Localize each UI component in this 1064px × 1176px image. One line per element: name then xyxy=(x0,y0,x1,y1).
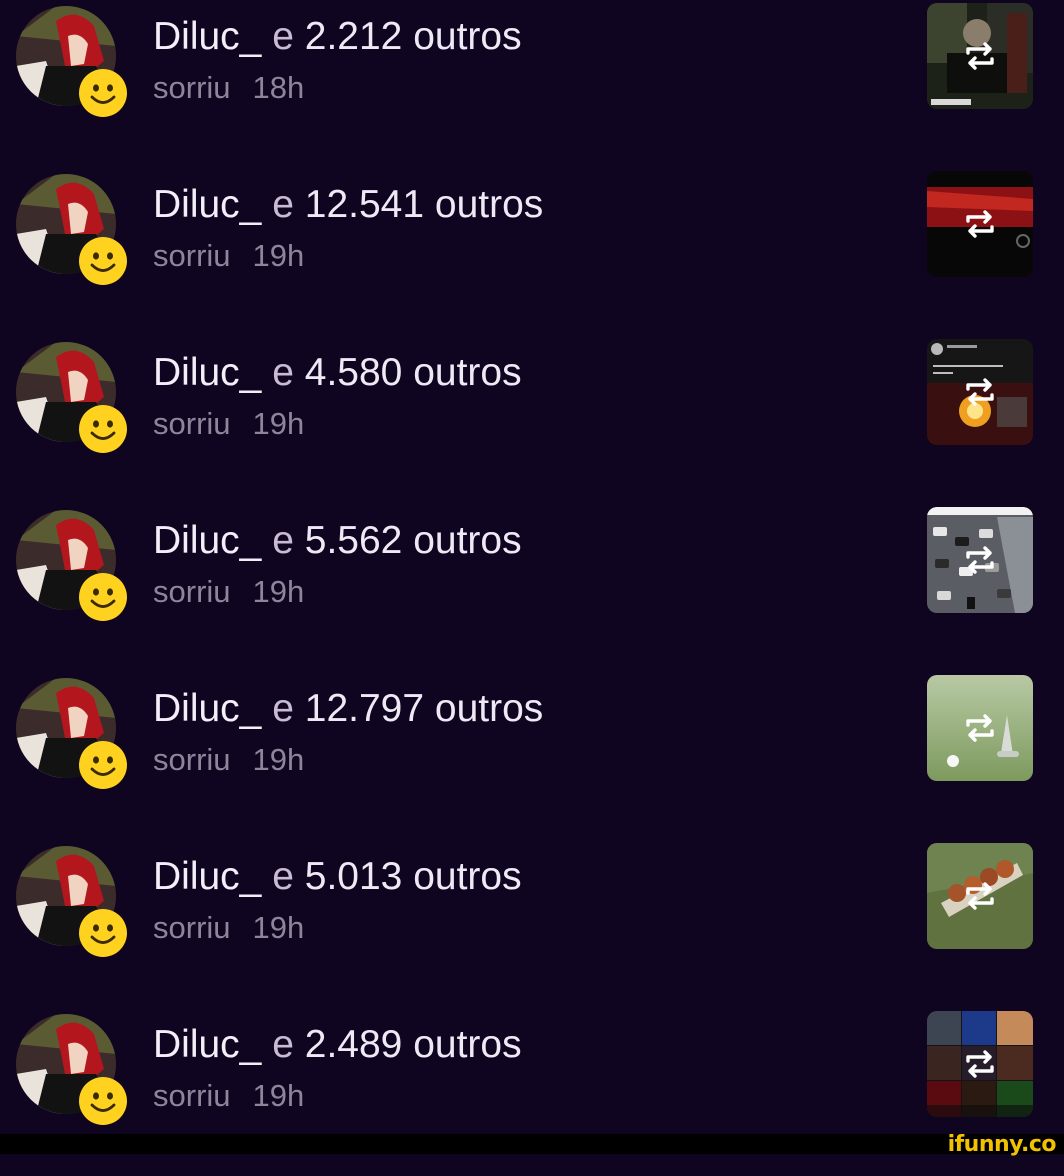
repost-icon xyxy=(966,882,994,910)
smile-emoji-icon xyxy=(79,69,127,117)
timestamp: 19h xyxy=(252,910,305,945)
username[interactable]: Diluc_ xyxy=(153,351,261,394)
conjunction: e xyxy=(272,519,294,562)
action-text: sorriu xyxy=(153,910,231,945)
post-thumbnail[interactable] xyxy=(927,3,1033,109)
action-text: sorriu xyxy=(153,574,231,609)
timestamp: 19h xyxy=(252,406,305,441)
notification-list: Diluc_ e 2.212 outros sorriu 18h Diluc_ … xyxy=(0,0,1064,1134)
timestamp: 19h xyxy=(252,238,305,273)
action-text: sorriu xyxy=(153,238,231,273)
username[interactable]: Diluc_ xyxy=(153,855,261,898)
conjunction: e xyxy=(272,183,294,226)
others-count[interactable]: 12.541 outros xyxy=(305,183,544,226)
conjunction: e xyxy=(272,855,294,898)
username[interactable]: Diluc_ xyxy=(153,1023,261,1066)
notification-title: Diluc_ e 5.013 outros xyxy=(153,854,522,900)
notification-meta: sorriu 19h xyxy=(153,741,304,779)
timestamp: 18h xyxy=(252,70,305,105)
conjunction: e xyxy=(272,351,294,394)
notification-meta: sorriu 18h xyxy=(153,69,304,107)
notification-title: Diluc_ e 12.797 outros xyxy=(153,686,543,732)
post-thumbnail[interactable] xyxy=(927,675,1033,781)
post-thumbnail[interactable] xyxy=(927,843,1033,949)
notification-item[interactable]: Diluc_ e 5.013 outros sorriu 19h xyxy=(0,840,1064,1008)
timestamp: 19h xyxy=(252,574,305,609)
notification-title: Diluc_ e 2.212 outros xyxy=(153,14,522,60)
notification-meta: sorriu 19h xyxy=(153,573,304,611)
notification-meta: sorriu 19h xyxy=(153,405,304,443)
repost-icon xyxy=(966,1050,994,1078)
username[interactable]: Diluc_ xyxy=(153,687,261,730)
action-text: sorriu xyxy=(153,742,231,777)
smile-emoji-icon xyxy=(79,237,127,285)
notification-item[interactable]: Diluc_ e 12.797 outros sorriu 19h xyxy=(0,672,1064,840)
username[interactable]: Diluc_ xyxy=(153,15,261,58)
smile-emoji-icon xyxy=(79,573,127,621)
repost-icon xyxy=(966,42,994,70)
action-text: sorriu xyxy=(153,70,231,105)
conjunction: e xyxy=(272,1023,294,1066)
action-text: sorriu xyxy=(153,1078,231,1113)
notification-title: Diluc_ e 2.489 outros xyxy=(153,1022,522,1068)
repost-icon xyxy=(966,714,994,742)
notification-title: Diluc_ e 4.580 outros xyxy=(153,350,522,396)
others-count[interactable]: 5.013 outros xyxy=(305,855,522,898)
smile-emoji-icon xyxy=(79,741,127,789)
smile-emoji-icon xyxy=(79,405,127,453)
repost-icon xyxy=(966,546,994,574)
others-count[interactable]: 12.797 outros xyxy=(305,687,544,730)
repost-icon xyxy=(966,378,994,406)
notification-item[interactable]: Diluc_ e 5.562 outros sorriu 19h xyxy=(0,504,1064,672)
post-thumbnail[interactable] xyxy=(927,507,1033,613)
notification-meta: sorriu 19h xyxy=(153,237,304,275)
username[interactable]: Diluc_ xyxy=(153,519,261,562)
notification-title: Diluc_ e 5.562 outros xyxy=(153,518,522,564)
others-count[interactable]: 2.212 outros xyxy=(305,15,522,58)
post-thumbnail[interactable] xyxy=(927,171,1033,277)
smile-emoji-icon xyxy=(79,909,127,957)
others-count[interactable]: 2.489 outros xyxy=(305,1023,522,1066)
others-count[interactable]: 4.580 outros xyxy=(305,351,522,394)
timestamp: 19h xyxy=(252,1078,305,1113)
username[interactable]: Diluc_ xyxy=(153,183,261,226)
ifunny-watermark: ifunny.co xyxy=(947,1132,1057,1157)
conjunction: e xyxy=(272,687,294,730)
post-thumbnail[interactable] xyxy=(927,1011,1033,1117)
notification-meta: sorriu 19h xyxy=(153,1077,304,1115)
notification-meta: sorriu 19h xyxy=(153,909,304,947)
conjunction: e xyxy=(272,15,294,58)
post-thumbnail[interactable] xyxy=(927,339,1033,445)
others-count[interactable]: 5.562 outros xyxy=(305,519,522,562)
timestamp: 19h xyxy=(252,742,305,777)
notification-title: Diluc_ e 12.541 outros xyxy=(153,182,543,228)
watermark-bar xyxy=(0,1134,1064,1154)
action-text: sorriu xyxy=(153,406,231,441)
notification-item[interactable]: Diluc_ e 12.541 outros sorriu 19h xyxy=(0,168,1064,336)
smile-emoji-icon xyxy=(79,1077,127,1125)
repost-icon xyxy=(966,210,994,238)
notification-item[interactable]: Diluc_ e 2.212 outros sorriu 18h xyxy=(0,0,1064,168)
notification-item[interactable]: Diluc_ e 4.580 outros sorriu 19h xyxy=(0,336,1064,504)
